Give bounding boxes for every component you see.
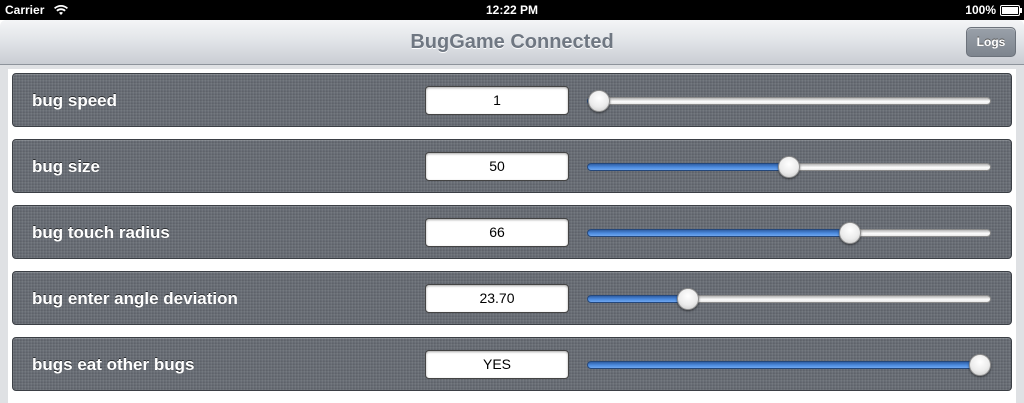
slider-thumb[interactable]: [839, 222, 861, 244]
slider-thumb[interactable]: [588, 90, 610, 112]
setting-value-field[interactable]: YES: [425, 350, 569, 379]
setting-value-field[interactable]: 1: [425, 86, 569, 115]
slider-thumb[interactable]: [969, 354, 991, 376]
setting-slider[interactable]: [587, 222, 991, 244]
settings-content: bug speed 1 bug size 50 bug touch radius…: [0, 65, 1024, 403]
slider-track: [587, 97, 991, 105]
slider-fill: [587, 361, 983, 369]
slider-fill: [587, 229, 850, 237]
setting-row-bug-touch-radius: bug touch radius 66: [12, 205, 1012, 259]
setting-slider[interactable]: [587, 156, 991, 178]
setting-row-bugs-eat-other-bugs: bugs eat other bugs YES: [12, 337, 1012, 391]
setting-label: bug speed: [32, 91, 118, 110]
setting-label: bug enter angle deviation: [32, 289, 238, 308]
slider-fill: [587, 163, 789, 171]
setting-value-field[interactable]: 50: [425, 152, 569, 181]
setting-value-field[interactable]: 66: [425, 218, 569, 247]
slider-thumb[interactable]: [778, 156, 800, 178]
status-time: 12:22 PM: [485, 3, 539, 17]
setting-row-bug-speed: bug speed 1: [12, 73, 1012, 127]
slider-thumb[interactable]: [677, 288, 699, 310]
page-title: BugGame Connected: [410, 31, 614, 53]
battery-icon: [1000, 5, 1022, 16]
status-bar: Carrier 12:22 PM 100%: [0, 0, 1024, 20]
slider-fill: [587, 295, 688, 303]
settings-panel: bug speed 1 bug size 50 bug touch radius…: [8, 69, 1016, 403]
setting-row-bug-size: bug size 50: [12, 139, 1012, 193]
setting-label: bug size: [32, 157, 101, 176]
setting-label: bug touch radius: [32, 223, 170, 242]
logs-button[interactable]: Logs: [966, 27, 1016, 57]
setting-value-field[interactable]: 23.70: [425, 284, 569, 313]
navigation-bar: BugGame Connected Logs: [0, 20, 1024, 65]
setting-label: bugs eat other bugs: [32, 355, 195, 374]
setting-slider[interactable]: [587, 90, 991, 112]
setting-slider[interactable]: [587, 288, 991, 310]
setting-row-bug-enter-angle-deviation: bug enter angle deviation 23.70: [12, 271, 1012, 325]
setting-slider[interactable]: [587, 354, 991, 376]
battery-percent: 100%: [965, 3, 996, 17]
